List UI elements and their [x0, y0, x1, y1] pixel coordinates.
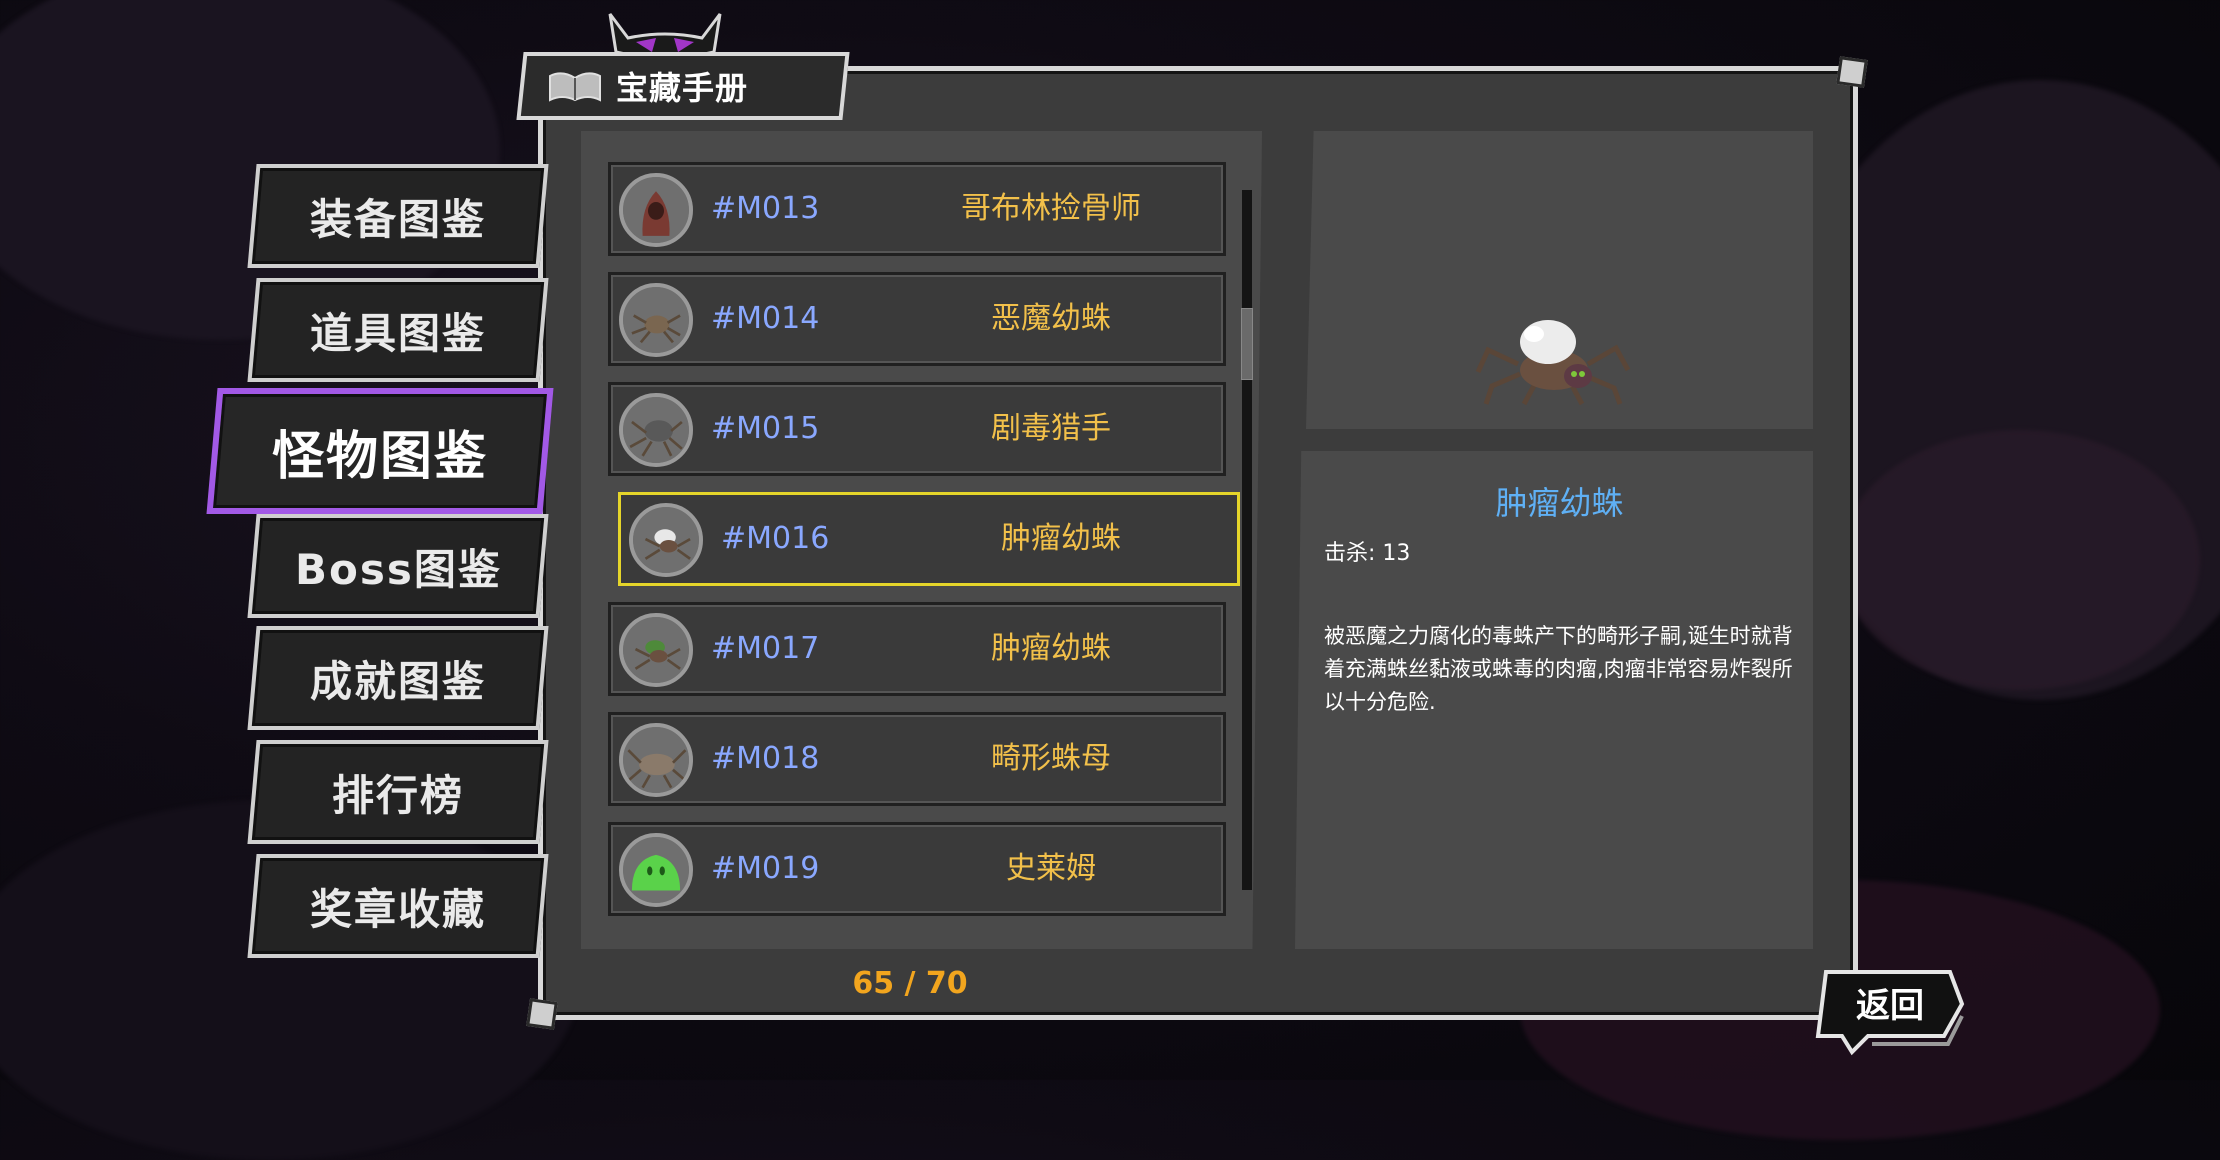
- back-label: 返回: [1856, 986, 1924, 1026]
- menu-leaderboard[interactable]: 排行榜: [247, 740, 549, 844]
- list-item[interactable]: #M017 肿瘤幼蛛: [608, 602, 1226, 696]
- monster-id: #M013: [711, 191, 820, 226]
- frame-corner: [526, 998, 558, 1030]
- monster-name: 恶魔幼蛛: [991, 301, 1111, 336]
- title-tab: 宝藏手册: [516, 52, 850, 120]
- spider-icon: [619, 393, 693, 467]
- menu-label: 成就图鉴: [309, 656, 486, 706]
- monster-id: #M018: [711, 741, 820, 776]
- menu-label: 装备图鉴: [309, 194, 486, 244]
- detail-monster-name: 肿瘤幼蛛: [1495, 484, 1624, 522]
- monster-name: 史莱姆: [1006, 851, 1096, 886]
- menu-label: 道具图鉴: [309, 308, 486, 358]
- kill-count: 击杀: 13: [1324, 541, 1411, 566]
- list-item-selected[interactable]: #M016 肿瘤幼蛛: [618, 492, 1240, 586]
- menu-label: 排行榜: [331, 770, 464, 820]
- monster-name: 肿瘤幼蛛: [1001, 521, 1121, 556]
- menu-label: 奖章收藏: [309, 884, 486, 934]
- spider-icon: [619, 613, 693, 687]
- monster-id: #M017: [711, 631, 820, 666]
- monster-name: 哥布林捡骨师: [961, 191, 1141, 226]
- monster-description: 被恶魔之力腐化的毒蛛产下的畸形子嗣,诞生时就背着充满蛛丝黏液或蛛毒的肉瘤,肉瘤非…: [1324, 624, 1793, 714]
- menu-medal-collection[interactable]: 奖章收藏: [247, 854, 549, 958]
- list-scrollbar[interactable]: [1242, 190, 1252, 890]
- menu-achievement-codex[interactable]: 成就图鉴: [247, 626, 549, 730]
- list-item[interactable]: #M015 剧毒猎手: [608, 382, 1226, 476]
- monster-name: 剧毒猎手: [991, 411, 1111, 446]
- goblin-icon: [619, 173, 693, 247]
- list-item[interactable]: #M018 畸形蛛母: [608, 712, 1226, 806]
- spider-icon: [619, 723, 693, 797]
- menu-label: Boss图鉴: [294, 544, 502, 594]
- slime-icon: [619, 833, 693, 907]
- list-item[interactable]: #M013 哥布林捡骨师: [608, 162, 1226, 256]
- menu-item-codex[interactable]: 道具图鉴: [247, 278, 549, 382]
- menu-monster-codex[interactable]: 怪物图鉴: [206, 388, 554, 514]
- menu-label: 怪物图鉴: [271, 426, 488, 487]
- scrollbar-thumb[interactable]: [1241, 308, 1253, 380]
- monster-id: #M019: [711, 851, 820, 886]
- menu-boss-codex[interactable]: Boss图鉴: [247, 514, 549, 618]
- page-title: 宝藏手册: [616, 69, 749, 107]
- tumor-spider-image: [1475, 320, 1631, 406]
- monster-name: 肿瘤幼蛛: [991, 631, 1111, 666]
- monster-id: #M015: [711, 411, 820, 446]
- list-item[interactable]: #M019 史莱姆: [608, 822, 1226, 916]
- list-item[interactable]: #M014 恶魔幼蛛: [608, 272, 1226, 366]
- monster-id: #M016: [721, 521, 830, 556]
- spider-icon: [629, 503, 703, 577]
- monster-id: #M014: [711, 301, 820, 336]
- monster-name: 畸形蛛母: [991, 741, 1111, 776]
- menu-equipment-codex[interactable]: 装备图鉴: [247, 164, 549, 268]
- back-button[interactable]: 返回: [1812, 964, 1968, 1056]
- background-shape: [1840, 430, 2200, 690]
- open-book-icon: [549, 72, 602, 102]
- frame-corner: [1836, 56, 1868, 88]
- collection-counter: 65 / 70: [852, 966, 968, 1001]
- spider-icon: [619, 283, 693, 357]
